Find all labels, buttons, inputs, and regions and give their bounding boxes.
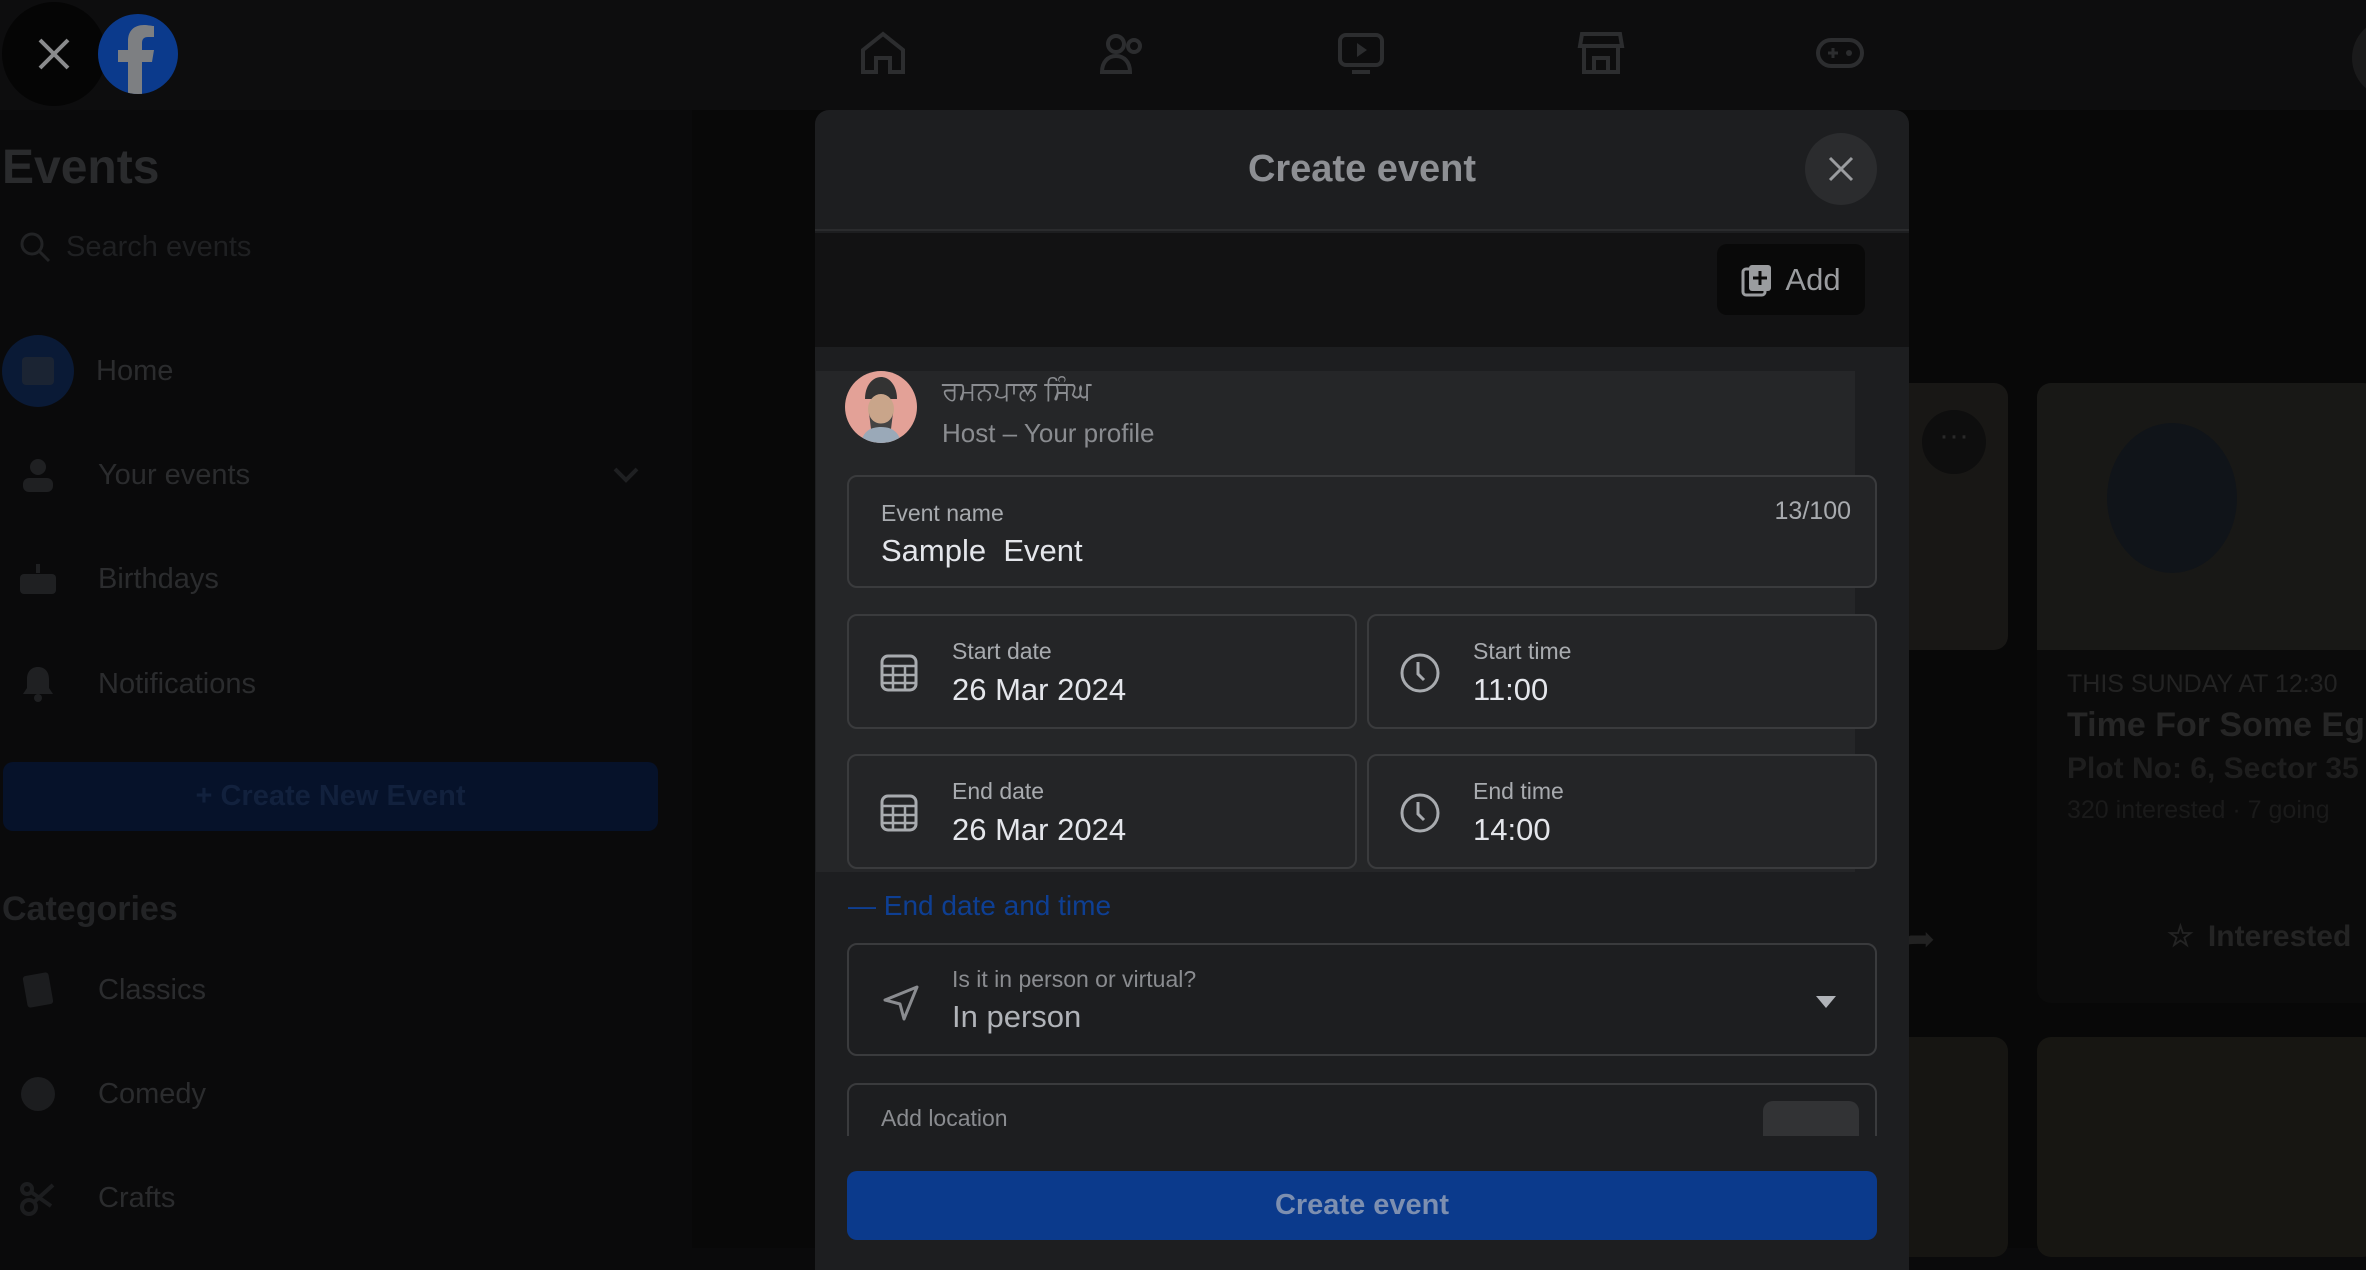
dialog-close-button[interactable] bbox=[1805, 133, 1877, 205]
event-name-input[interactable]: Sample Event bbox=[881, 533, 1083, 569]
book-icon bbox=[18, 970, 58, 1010]
create-event-button[interactable]: Create event bbox=[847, 1171, 1877, 1240]
host-name: ਰਮਨਪਾਲ ਸਿੰਘ bbox=[942, 376, 1092, 406]
calendar-icon bbox=[880, 654, 918, 692]
start-time-value: 11:00 bbox=[1473, 672, 1549, 707]
sidebar-item-label: Birthdays bbox=[98, 562, 219, 595]
video-icon[interactable] bbox=[1336, 30, 1386, 76]
end-date-label: End date bbox=[952, 778, 1045, 804]
add-label: Add bbox=[1785, 261, 1841, 297]
category-label: Comedy bbox=[98, 1077, 206, 1110]
dialog-title: Create event bbox=[1247, 148, 1477, 190]
clock-icon bbox=[1400, 653, 1440, 693]
cake-icon bbox=[18, 559, 58, 599]
event-cover-image bbox=[2037, 383, 2366, 650]
close-icon bbox=[1828, 156, 1854, 182]
start-date-field[interactable]: Start date 26 Mar 2024 bbox=[847, 614, 1357, 729]
home-icon[interactable] bbox=[858, 30, 908, 76]
sidebar-item-label: Notifications bbox=[98, 667, 256, 700]
categories-title: Categories bbox=[2, 890, 178, 928]
person-icon bbox=[18, 455, 58, 495]
close-icon bbox=[38, 38, 70, 70]
create-event-dialog: Create event Add ਰਮਨਪਾਲ ਸਿੰਘ Host – Your… bbox=[815, 110, 1909, 1270]
start-time-field[interactable]: Start time 11:00 bbox=[1367, 614, 1877, 729]
gaming-icon[interactable] bbox=[1815, 30, 1865, 76]
sidebar-item-label: Home bbox=[96, 354, 174, 387]
search-placeholder: Search events bbox=[66, 230, 252, 263]
navigation-arrow-icon bbox=[883, 985, 919, 1021]
sidebar-item-home[interactable]: Home bbox=[0, 335, 174, 407]
end-time-value: 14:00 bbox=[1473, 812, 1551, 847]
end-time-field[interactable]: End time 14:00 bbox=[1367, 754, 1877, 869]
marketplace-icon[interactable] bbox=[1576, 30, 1626, 76]
host-role: Host – Your profile bbox=[942, 418, 1155, 448]
sidebar-item-birthdays[interactable]: Birthdays bbox=[0, 549, 219, 609]
search-events[interactable]: Search events bbox=[18, 230, 251, 264]
add-photo-icon bbox=[1741, 264, 1772, 296]
sidebar-item-your-events[interactable]: Your events bbox=[0, 445, 640, 505]
start-time-label: Start time bbox=[1473, 638, 1572, 664]
end-date-field[interactable]: End date 26 Mar 2024 bbox=[847, 754, 1357, 869]
close-button[interactable] bbox=[2, 2, 106, 106]
event-card[interactable]: THIS SUNDAY AT 12:30 Time For Some Egg P… bbox=[2037, 383, 2366, 1003]
add-cover-button[interactable]: Add bbox=[1717, 244, 1865, 315]
event-date: THIS SUNDAY AT 12:30 bbox=[2067, 670, 2338, 698]
sidebar-title: Events bbox=[2, 141, 160, 194]
scissors-icon bbox=[18, 1178, 58, 1218]
share-icon[interactable]: ➦ bbox=[1905, 918, 1935, 960]
star-icon: ☆ bbox=[2167, 920, 2194, 953]
friends-icon[interactable] bbox=[1098, 30, 1148, 76]
sidebar-item-notifications[interactable]: Notifications bbox=[0, 654, 256, 714]
more-options-icon[interactable]: ··· bbox=[1922, 410, 1986, 474]
event-location: Plot No: 6, Sector 35 bbox=[2067, 752, 2359, 785]
create-new-event-button[interactable]: + Create New Event bbox=[3, 762, 658, 831]
event-stats: 320 interested · 7 going bbox=[2067, 796, 2330, 824]
search-icon bbox=[20, 232, 51, 263]
category-classics[interactable]: Classics bbox=[0, 960, 206, 1020]
dialog-header: Create event bbox=[815, 110, 1909, 231]
interested-button[interactable]: ☆ Interested bbox=[2167, 919, 2351, 954]
calendar-icon bbox=[2, 335, 74, 407]
calendar-icon bbox=[880, 794, 918, 832]
location-type-select[interactable]: Is it in person or virtual? In person bbox=[847, 943, 1877, 1056]
facebook-logo[interactable] bbox=[98, 14, 178, 94]
category-label: Crafts bbox=[98, 1181, 176, 1214]
clock-icon bbox=[1400, 793, 1440, 833]
top-nav bbox=[0, 0, 2366, 110]
event-name-label: Event name bbox=[881, 500, 1004, 526]
location-type-value: In person bbox=[952, 999, 1082, 1034]
bell-icon bbox=[18, 664, 58, 704]
category-label: Classics bbox=[98, 973, 206, 1006]
category-comedy[interactable]: Comedy bbox=[0, 1064, 206, 1124]
char-counter: 13/100 bbox=[1774, 497, 1851, 525]
toggle-end-date-link[interactable]: — End date and time bbox=[848, 890, 1111, 922]
end-time-label: End time bbox=[1473, 778, 1564, 804]
dropdown-caret-icon bbox=[1816, 996, 1836, 1008]
sidebar-item-label: Your events bbox=[98, 458, 251, 491]
event-title: Time For Some Egg bbox=[2067, 706, 2366, 744]
location-type-label: Is it in person or virtual? bbox=[952, 966, 1197, 992]
start-date-label: Start date bbox=[952, 638, 1052, 664]
start-date-value: 26 Mar 2024 bbox=[952, 672, 1127, 707]
add-location-placeholder: Add location bbox=[881, 1105, 1008, 1131]
event-card-lower[interactable] bbox=[2037, 1037, 2366, 1257]
laugh-icon bbox=[18, 1074, 58, 1114]
host-avatar[interactable] bbox=[845, 371, 917, 443]
interested-label: Interested bbox=[2207, 919, 2352, 953]
end-date-value: 26 Mar 2024 bbox=[952, 812, 1127, 847]
category-crafts[interactable]: Crafts bbox=[0, 1168, 175, 1228]
event-name-field[interactable]: Event name Sample Event 13/100 bbox=[847, 475, 1877, 588]
chevron-down-icon[interactable] bbox=[612, 466, 640, 484]
